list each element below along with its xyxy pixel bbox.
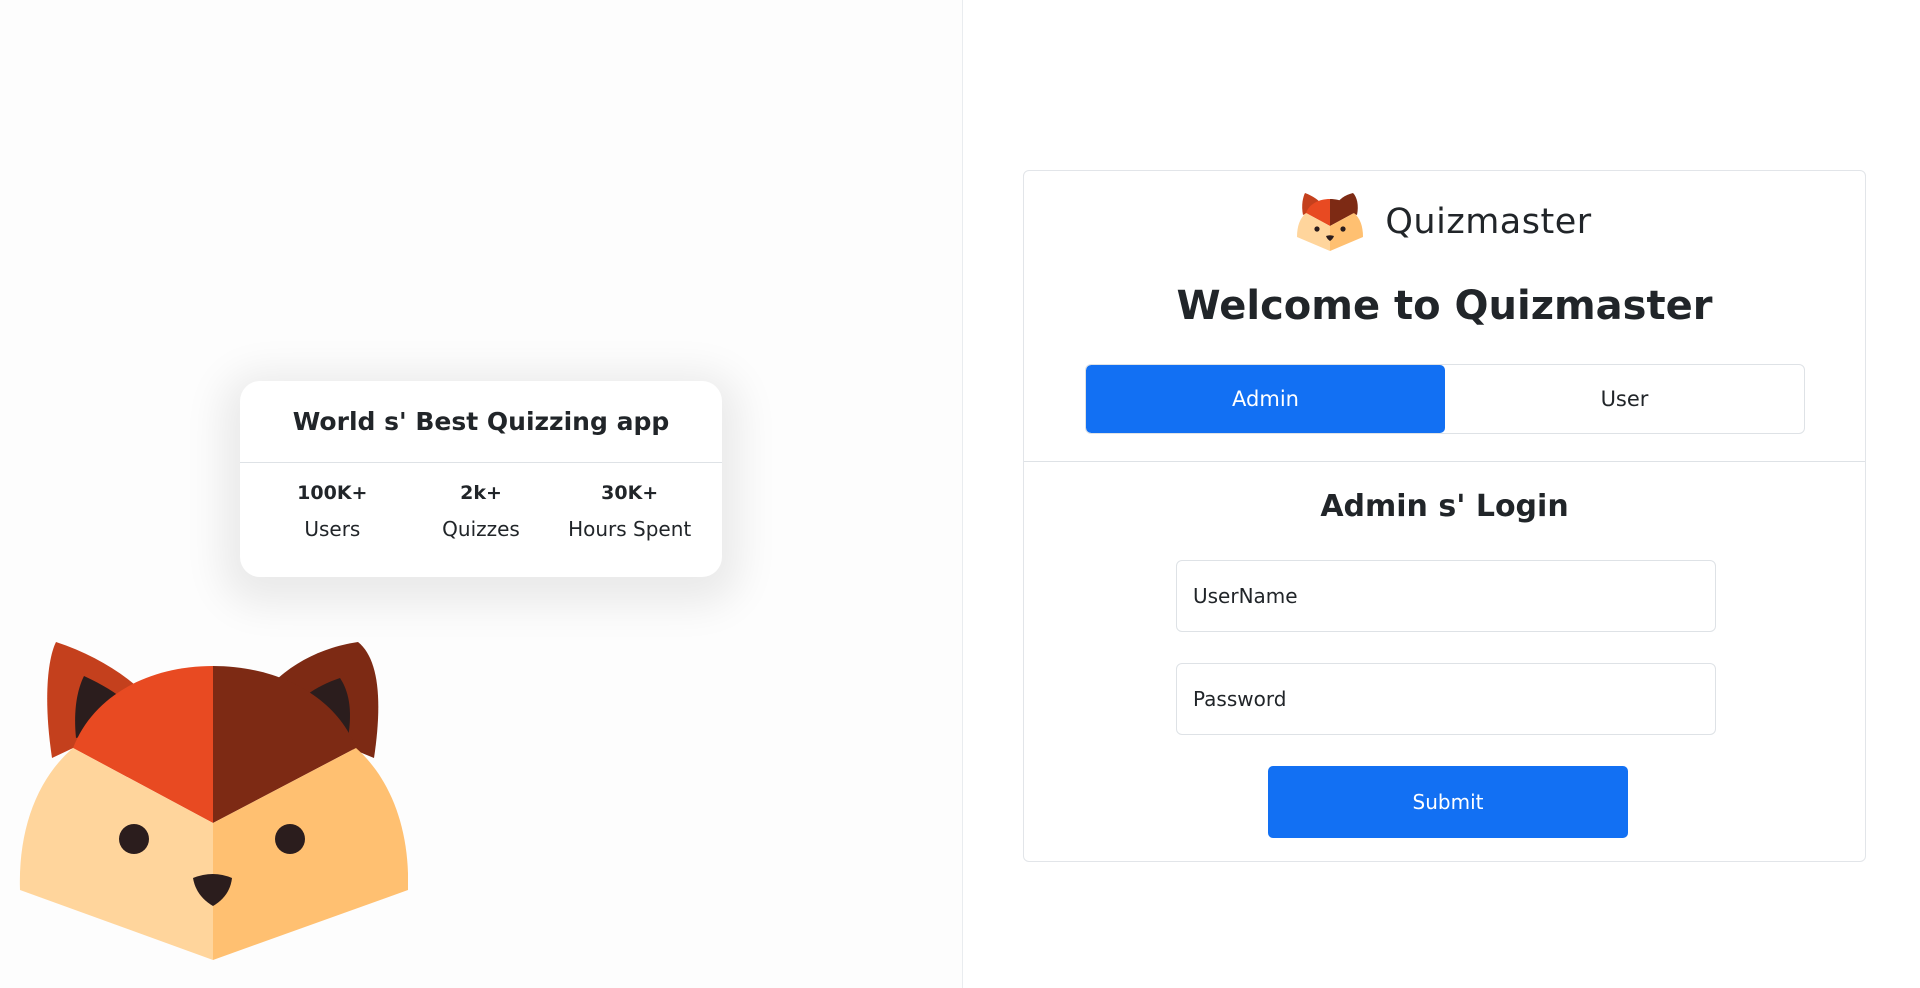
stat-quizzes: 2k+ Quizzes <box>407 481 556 541</box>
fox-mascot-icon <box>19 642 408 960</box>
login-card: Quizmaster Welcome to Quizmaster Admin U… <box>1023 170 1866 862</box>
password-input[interactable] <box>1176 663 1716 735</box>
tab-admin[interactable]: Admin <box>1086 365 1445 433</box>
card-divider <box>1024 461 1865 462</box>
stat-label: Users <box>304 517 361 541</box>
promo-panel: World s' Best Quizzing app 100K+ Users 2… <box>0 0 963 988</box>
fox-logo-icon <box>1297 193 1364 251</box>
tab-user[interactable]: User <box>1445 365 1804 433</box>
stat-users: 100K+ Users <box>258 481 407 541</box>
welcome-heading: Welcome to Quizmaster <box>1176 283 1713 329</box>
login-title: Admin s' Login <box>1320 489 1569 524</box>
brand-name: Quizmaster <box>1385 202 1592 242</box>
login-page: World s' Best Quizzing app 100K+ Users 2… <box>0 0 1920 988</box>
stats-card: World s' Best Quizzing app 100K+ Users 2… <box>240 381 722 577</box>
stat-value: 100K+ <box>297 482 368 504</box>
stat-value: 2k+ <box>460 482 502 504</box>
brand: Quizmaster <box>1024 193 1865 251</box>
stat-label: Hours Spent <box>568 517 692 541</box>
stat-hours: 30K+ Hours Spent <box>555 481 704 541</box>
stats-card-title: World s' Best Quizzing app <box>240 381 722 463</box>
username-input[interactable] <box>1176 560 1716 632</box>
stats-row: 100K+ Users 2k+ Quizzes 30K+ Hours Spent <box>240 463 722 541</box>
submit-button[interactable]: Submit <box>1268 766 1628 838</box>
stat-label: Quizzes <box>442 517 520 541</box>
stat-value: 30K+ <box>601 482 659 504</box>
role-tabs: Admin User <box>1085 364 1805 434</box>
